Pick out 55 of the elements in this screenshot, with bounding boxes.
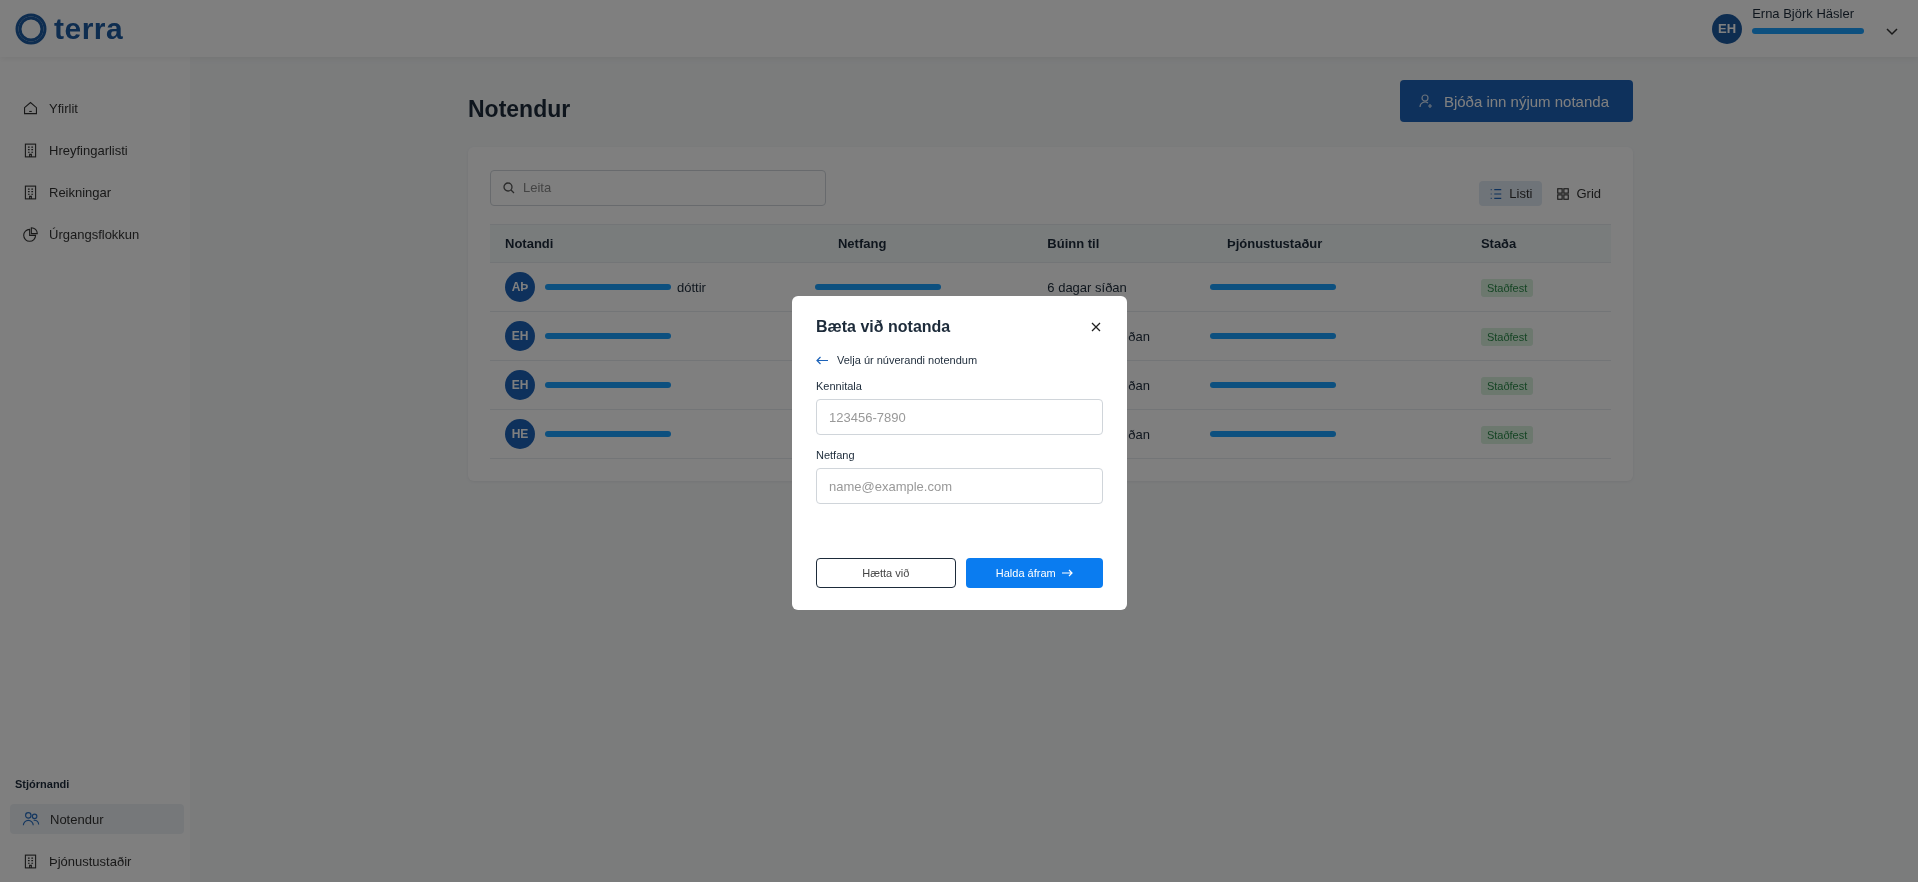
- dialog-title: Bæta við notanda: [816, 318, 951, 336]
- table-cell: 6 dagar síðan: [1047, 279, 1127, 295]
- nav-item[interactable]: Þjónustustaðir: [0, 846, 180, 876]
- table-cell: ðan: [1128, 328, 1150, 344]
- status-badge: Staðfest: [1480, 327, 1534, 346]
- back-link[interactable]: Velja úr núverandi notendum: [816, 354, 1103, 366]
- building-icon: [22, 852, 39, 870]
- column-header: Þjónustustaður: [1212, 224, 1466, 263]
- nav-item[interactable]: Yfirlit: [0, 93, 180, 123]
- nav-item[interactable]: Reikningar: [0, 177, 180, 207]
- view-toggle-tab[interactable]: Listi: [1479, 181, 1543, 206]
- building-icon: [22, 183, 39, 201]
- house-icon: [22, 99, 39, 117]
- column-header: Notandi: [490, 224, 823, 263]
- input-field[interactable]: name@example.com: [816, 468, 1103, 504]
- field-label: Netfang: [816, 449, 856, 461]
- section-title: Stjórnandi: [15, 778, 71, 790]
- table-cell: ðan: [1128, 426, 1150, 442]
- user-name: Erna Björk Häsler: [1752, 5, 1854, 21]
- page-title: Notendur: [468, 95, 571, 123]
- brand-name: terra: [54, 11, 124, 46]
- chevron-down-icon[interactable]: [1886, 27, 1898, 36]
- arrow-right-icon: [1061, 569, 1073, 577]
- nav-item[interactable]: Hreyfingarlisti: [0, 135, 180, 165]
- user-avatar: EH: [1712, 13, 1743, 44]
- cancel-button[interactable]: Hætta við: [816, 558, 956, 588]
- continue-button[interactable]: Halda áfram: [965, 558, 1103, 588]
- nav-item[interactable]: Úrgangsflokkun: [0, 219, 180, 249]
- table-cell: ðan: [1128, 377, 1150, 393]
- search-field[interactable]: Leita: [490, 169, 826, 206]
- view-toggle-tab[interactable]: Grid: [1546, 181, 1611, 206]
- user-avatar: EH: [505, 370, 535, 400]
- invite-user-button[interactable]: Bjóða inn nýjum notanda: [1399, 80, 1633, 122]
- user-avatar: AÞ: [505, 272, 535, 302]
- column-header: Staða: [1465, 224, 1611, 263]
- grid-icon: [1556, 186, 1571, 201]
- pie-chart-icon: [22, 225, 39, 243]
- table-cell: dóttir: [677, 279, 706, 295]
- arrow-left-icon: [816, 355, 829, 365]
- user-avatar: EH: [505, 321, 535, 351]
- user-avatar: HE: [505, 419, 535, 449]
- input-field[interactable]: 123456-7890: [816, 399, 1103, 435]
- users-icon: [22, 810, 40, 828]
- person-plus-icon: [1417, 93, 1434, 109]
- column-header: Netfang: [822, 224, 1033, 263]
- status-badge: Staðfest: [1480, 376, 1534, 395]
- nav-item[interactable]: Notendur: [10, 804, 184, 834]
- status-badge: Staðfest: [1480, 278, 1534, 297]
- field-label: Kennitala: [816, 380, 863, 392]
- building-icon: [22, 141, 39, 159]
- close-button[interactable]: [1089, 320, 1103, 334]
- list-icon: [1489, 186, 1504, 201]
- column-header: Búinn til: [1032, 224, 1212, 263]
- search-icon: [503, 181, 515, 194]
- status-badge: Staðfest: [1480, 425, 1534, 444]
